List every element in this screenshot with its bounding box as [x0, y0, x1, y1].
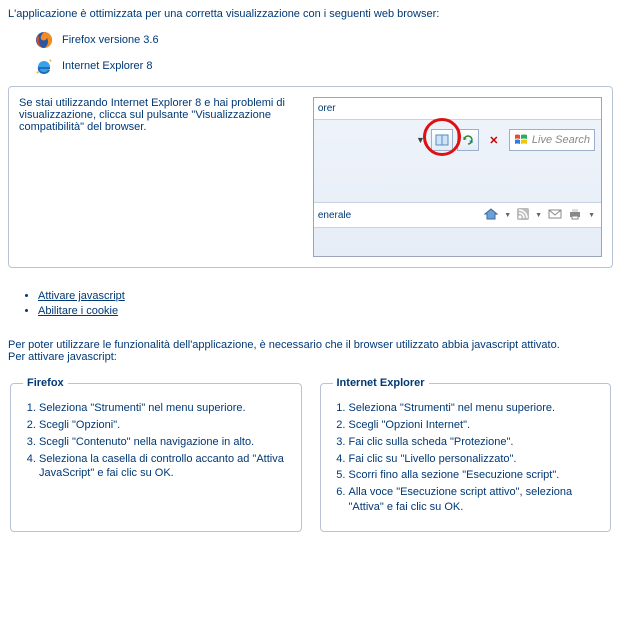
- firefox-steps-title: Firefox: [23, 377, 68, 389]
- ie-icon: [34, 56, 54, 76]
- list-item: Seleziona la casella di controllo accant…: [39, 452, 289, 482]
- enable-cookies-link[interactable]: Abilitare i cookie: [38, 305, 118, 317]
- ie-tabbar: enerale ▼ ▼ ▼: [314, 202, 601, 228]
- link-item: Abilitare i cookie: [38, 305, 613, 317]
- ie-steps-title: Internet Explorer: [333, 377, 429, 389]
- ie-titlebar: orer: [314, 98, 601, 120]
- rss-icon: [517, 208, 529, 223]
- firefox-label: Firefox versione 3.6: [62, 34, 159, 46]
- list-item: Fai clic sulla scheda "Protezione".: [349, 435, 599, 450]
- ie-tab-label: enerale: [318, 210, 351, 221]
- print-icon: [568, 207, 582, 224]
- dropdown-arrow-icon: ▼: [414, 135, 427, 145]
- ie-label: Internet Explorer 8: [62, 60, 153, 72]
- windows-flag-icon: [514, 133, 528, 147]
- js-para-2: Per attivare javascript:: [8, 351, 613, 363]
- compat-text: Se stai utilizzando Internet Explorer 8 …: [19, 97, 299, 133]
- help-links: Attivare javascript Abilitare i cookie: [38, 290, 613, 317]
- ie-steps-box: Internet Explorer Seleziona "Strumenti" …: [320, 377, 612, 532]
- compat-view-button: [431, 129, 453, 151]
- home-icon: [484, 207, 498, 224]
- search-placeholder: Live Search: [532, 134, 590, 146]
- mail-icon: [548, 208, 562, 223]
- link-item: Attivare javascript: [38, 290, 613, 302]
- activate-js-link[interactable]: Attivare javascript: [38, 290, 125, 302]
- js-para-1: Per poter utilizzare le funzionalità del…: [8, 339, 613, 351]
- firefox-row: Firefox versione 3.6: [34, 30, 613, 50]
- list-item: Scegli "Opzioni Internet".: [349, 418, 599, 433]
- firefox-steps-box: Firefox Seleziona "Strumenti" nel menu s…: [10, 377, 302, 532]
- list-item: Fai clic su "Livello personalizzato".: [349, 452, 599, 467]
- list-item: Seleziona "Strumenti" nel menu superiore…: [349, 401, 599, 416]
- list-item: Scegli "Contenuto" nella navigazione in …: [39, 435, 289, 450]
- ie-title-fragment: orer: [318, 103, 336, 114]
- list-item: Scorri fino alla sezione "Esecuzione scr…: [349, 468, 599, 483]
- refresh-button: [457, 129, 479, 151]
- stop-button: ✕: [483, 129, 505, 151]
- compat-box: Se stai utilizzando Internet Explorer 8 …: [8, 86, 613, 268]
- ie-row: Internet Explorer 8: [34, 56, 613, 76]
- intro-text: L'applicazione è ottimizzata per una cor…: [8, 8, 613, 20]
- js-section: Per poter utilizzare le funzionalità del…: [8, 339, 613, 532]
- ie-toolbar: ▼ ✕ Live Search: [314, 126, 601, 154]
- list-item: Seleziona "Strumenti" nel menu superiore…: [39, 401, 289, 416]
- firefox-icon: [34, 30, 54, 50]
- search-box: Live Search: [509, 129, 595, 151]
- list-item: Scegli "Opzioni".: [39, 418, 289, 433]
- ie-screenshot: orer ▼ ✕ Live Search eneral: [313, 97, 602, 257]
- list-item: Alla voce "Esecuzione script attivo", se…: [349, 485, 599, 515]
